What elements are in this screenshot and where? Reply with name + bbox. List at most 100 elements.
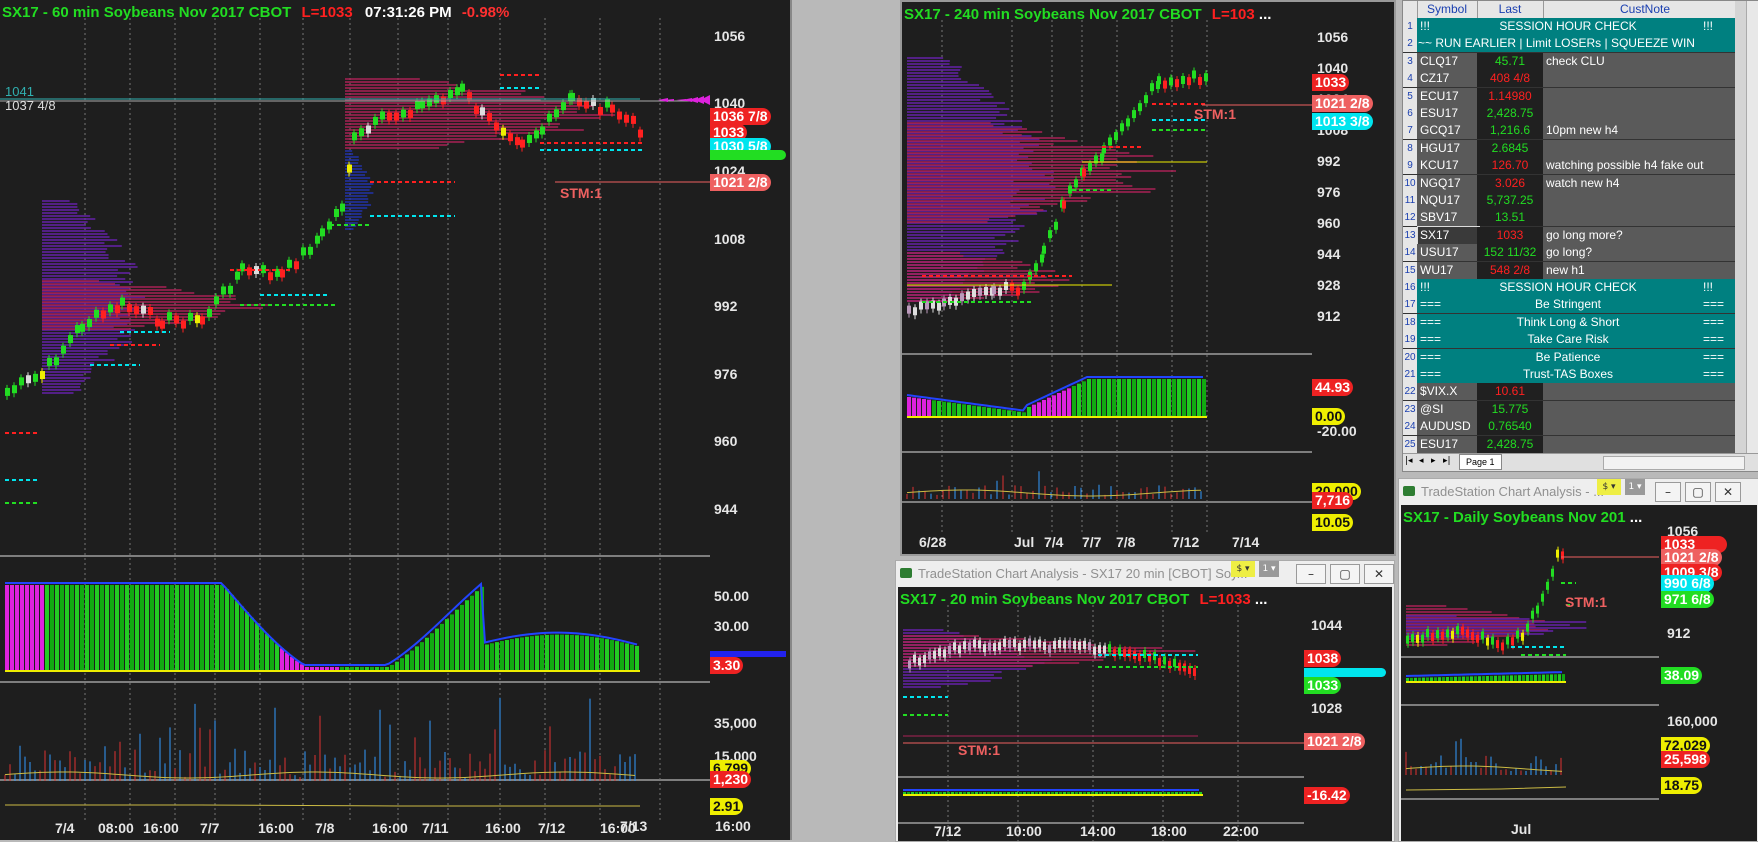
custnote-cell[interactable]	[1543, 418, 1750, 435]
custnote-cell[interactable]: new h1	[1543, 262, 1750, 279]
radar-screen[interactable]: Symbol Last CustNote 1!!! SESSION HOUR CHECK…	[1402, 0, 1758, 472]
minimize-button[interactable]: –	[1296, 564, 1326, 584]
price-axis[interactable]: 1056 960 912 1033 1021 2/8 1009 3/8 990 …	[1661, 505, 1757, 841]
window-20min[interactable]: TradeStation Chart Analysis - SX17 20 mi…	[895, 560, 1395, 842]
radar-row[interactable]: 3 CLQ17 45.71 check CLU	[1403, 52, 1735, 71]
custnote-cell[interactable]: 10pm new h4	[1543, 122, 1750, 139]
one-dropdown[interactable]: 1 ▾	[1625, 479, 1645, 495]
custnote-cell[interactable]: watch new h4	[1543, 175, 1750, 192]
radar-row[interactable]: 17 === Be Stringent ===	[1403, 296, 1735, 315]
last-cell[interactable]: 15.775	[1477, 400, 1543, 418]
radar-row[interactable]: 1!!! SESSION HOUR CHECK!!!	[1403, 18, 1735, 36]
radar-row[interactable]: 6 ESU17 2,428.75	[1403, 105, 1735, 123]
symbol-cell[interactable]: NQU17	[1418, 192, 1479, 209]
symbol-cell[interactable]: WU17	[1418, 262, 1479, 279]
last-cell[interactable]: 3.026	[1477, 174, 1543, 192]
close-button[interactable]: ✕	[1715, 482, 1741, 502]
last-cell[interactable]: 13.51	[1477, 209, 1543, 227]
last-cell[interactable]: 1.14980	[1477, 87, 1543, 105]
radar-row[interactable]: 10 NGQ17 3.026 watch new h4	[1403, 174, 1735, 193]
symbol-cell[interactable]: CLQ17	[1418, 53, 1479, 70]
last-cell[interactable]: 45.71	[1477, 52, 1543, 70]
radar-row[interactable]: 20 === Be Patience ===	[1403, 348, 1735, 367]
minimize-button[interactable]: –	[1655, 482, 1681, 502]
window-daily[interactable]: TradeStation Chart Analysis - ... $ ▾ 1 …	[1398, 478, 1758, 842]
radar-grid[interactable]: Symbol Last CustNote 1!!! SESSION HOUR CHECK…	[1403, 1, 1750, 454]
symbol-cell[interactable]: CZ17	[1418, 70, 1479, 87]
custnote-cell[interactable]: go long?	[1543, 244, 1750, 261]
symbol-cell[interactable]: HGU17	[1418, 140, 1479, 157]
radar-row[interactable]: 16!!! SESSION HOUR CHECK!!!	[1403, 279, 1735, 297]
radar-row[interactable]: 18 === Think Long & Short ===	[1403, 313, 1735, 332]
radar-row[interactable]: 21 === Trust-TAS Boxes ===	[1403, 366, 1735, 384]
one-dropdown[interactable]: 1 ▾	[1259, 561, 1279, 577]
symbol-cell[interactable]: NGQ17	[1418, 175, 1479, 192]
chart-daily[interactable]: SX17 - Daily Soybeans Nov 201 ... STM:1 …	[1401, 505, 1757, 841]
last-cell[interactable]: 2.6845	[1477, 139, 1543, 157]
last-cell[interactable]: 2,428.75	[1477, 105, 1543, 122]
symbol-cell[interactable]: USU17	[1418, 244, 1479, 261]
price-axis[interactable]: 1056 1040 1024 1008 992 976 960 944 1036…	[710, 0, 790, 840]
radar-row[interactable]: 24 AUDUSD 0.76540	[1403, 418, 1735, 437]
nav-next-icon[interactable]: ▸	[1431, 456, 1436, 466]
custnote-cell[interactable]	[1543, 401, 1750, 418]
custnote-cell[interactable]	[1543, 105, 1750, 122]
column-header-last[interactable]: Last	[1477, 1, 1544, 18]
symbol-cell[interactable]: SX17	[1417, 225, 1480, 245]
custnote-cell[interactable]	[1543, 209, 1750, 226]
last-cell[interactable]: 126.70	[1477, 157, 1543, 175]
radar-row[interactable]: 2 ~~ RUN EARLIER | Limit LOSERs | SQUEEZE…	[1403, 35, 1735, 54]
sheet-tab[interactable]: Page 1	[1459, 454, 1502, 470]
vertical-scrollbar[interactable]	[1746, 1, 1758, 453]
custnote-cell[interactable]	[1543, 436, 1750, 453]
column-header-symbol[interactable]: Symbol	[1417, 1, 1478, 18]
symbol-cell[interactable]: ECU17	[1418, 88, 1479, 105]
custnote-cell[interactable]: watching possible h4 fake out	[1543, 157, 1750, 174]
last-cell[interactable]: 152 11/32	[1477, 244, 1543, 262]
radar-header-row[interactable]: Symbol Last CustNote	[1403, 1, 1735, 18]
dollar-dropdown[interactable]: $ ▾	[1597, 479, 1621, 495]
column-header-custnote[interactable]: CustNote	[1543, 1, 1747, 18]
price-axis[interactable]: 1056 1040 1024 1008 992 976 960 944 928 …	[1312, 2, 1394, 554]
radar-row[interactable]: 12 SBV17 13.51	[1403, 209, 1735, 228]
last-cell[interactable]: 1,216.6	[1477, 122, 1543, 140]
radar-row[interactable]: 22 $VIX.X 10.61	[1403, 383, 1735, 402]
last-cell[interactable]: 2,428.75	[1477, 435, 1543, 453]
radar-row[interactable]: 9 KCU17 126.70 watching possible h4 fake ou…	[1403, 157, 1735, 176]
radar-row[interactable]: 8 HGU17 2.6845	[1403, 139, 1735, 158]
symbol-cell[interactable]: ESU17	[1418, 105, 1479, 122]
symbol-cell[interactable]: $VIX.X	[1418, 383, 1479, 400]
custnote-cell[interactable]	[1543, 70, 1750, 87]
last-cell[interactable]: 0.76540	[1477, 418, 1543, 436]
custnote-cell[interactable]	[1543, 88, 1750, 105]
last-cell[interactable]: 10.61	[1477, 383, 1543, 401]
symbol-cell[interactable]: @SI	[1418, 401, 1479, 418]
chart-daily-plot[interactable]	[1401, 505, 1659, 841]
symbol-cell[interactable]: GCQ17	[1418, 122, 1479, 139]
last-cell[interactable]: 548 2/8	[1477, 261, 1543, 279]
chart-240min-plot[interactable]	[902, 2, 1312, 532]
horizontal-scrollbar[interactable]	[1603, 456, 1745, 470]
radar-row[interactable]: 5 ECU17 1.14980	[1403, 87, 1735, 106]
chart-20min[interactable]: SX17 - 20 min Soybeans Nov 2017 CBOT L=1…	[898, 587, 1392, 841]
custnote-cell[interactable]	[1543, 383, 1750, 400]
last-cell[interactable]: 408 4/8	[1477, 70, 1543, 88]
symbol-cell[interactable]: KCU17	[1418, 157, 1479, 174]
chart-60min-plot[interactable]	[0, 0, 710, 820]
chart-20min-plot[interactable]	[898, 587, 1308, 841]
radar-row[interactable]: 11 NQU17 5,737.25	[1403, 192, 1735, 210]
symbol-cell[interactable]: SBV17	[1418, 209, 1479, 226]
custnote-cell[interactable]	[1543, 140, 1750, 157]
nav-first-icon[interactable]: |◂	[1405, 456, 1413, 466]
radar-row[interactable]: 14 USU17 152 11/32 go long?	[1403, 244, 1735, 263]
nav-prev-icon[interactable]: ◂	[1419, 456, 1424, 466]
last-cell[interactable]: 5,737.25	[1477, 192, 1543, 209]
radar-row[interactable]: 19 === Take Care Risk ===	[1403, 331, 1735, 350]
custnote-cell[interactable]: go long more?	[1543, 227, 1750, 244]
radar-row[interactable]: 15 WU17 548 2/8 new h1	[1403, 261, 1735, 280]
symbol-cell[interactable]: AUDUSD	[1418, 418, 1479, 435]
chart-240min[interactable]: SX17 - 240 min Soybeans Nov 2017 CBOT L=…	[900, 0, 1396, 556]
radar-row[interactable]: 25 ESU17 2,428.75	[1403, 435, 1735, 454]
nav-last-icon[interactable]: ▸|	[1443, 456, 1451, 466]
radar-row[interactable]: 23 @SI 15.775	[1403, 400, 1735, 419]
